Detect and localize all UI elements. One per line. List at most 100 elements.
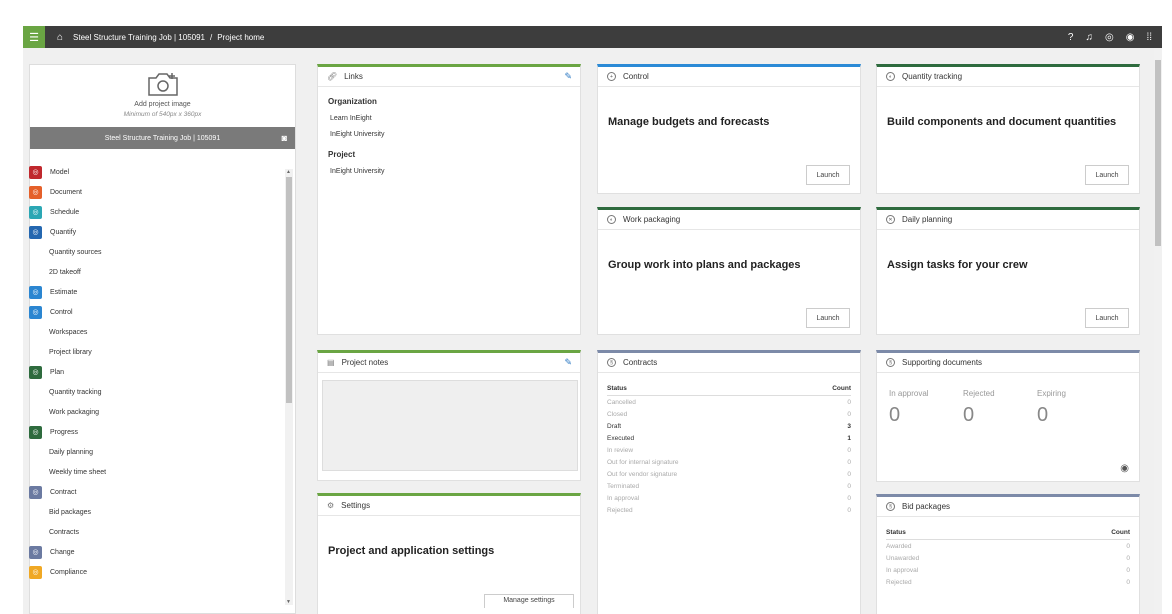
contracts-col-count: Count [832,385,851,392]
table-row[interactable]: In approval 0 [886,564,1130,576]
nav-item-quantity-tracking[interactable]: Quantity tracking [29,382,285,402]
nav-scroll-thumb[interactable] [286,177,292,403]
sd-expiring-value: 0 [1037,404,1049,426]
row-status: Unawarded [886,554,920,562]
row-status: Executed [607,434,635,442]
nav-item-label: Daily planning [49,448,93,456]
control-launch-button[interactable]: Launch [806,165,850,185]
nav-item-quantity-sources[interactable]: Quantity sources [29,242,285,262]
nav-item-schedule[interactable]: ◎ Schedule [29,202,285,222]
edit-notes-icon[interactable]: ✎ [564,357,572,368]
eye-icon[interactable]: ◉ [1120,463,1129,474]
link-learn-ineight[interactable]: Learn InEight [328,115,570,122]
project-notes-area[interactable] [322,380,578,471]
breadcrumb-separator: / [209,32,213,42]
row-status: Terminated [607,482,640,490]
table-row[interactable]: In review 0 [607,444,851,456]
nav-item-control[interactable]: ◎ Control [29,302,285,322]
table-row[interactable]: Out for vendor signature 0 [607,468,851,480]
table-row[interactable]: Out for internal signature 0 [607,456,851,468]
nav-item-plan[interactable]: ◎ Plan [29,362,285,382]
nav-item-compliance[interactable]: ◎ Compliance [29,562,285,582]
sd-expiring[interactable]: Expiring 0 [1037,389,1081,427]
camera-add-icon[interactable] [146,71,180,97]
app-badge-icon: ◎ [29,165,42,179]
table-row[interactable]: Cancelled 0 [607,396,851,408]
edit-links-icon[interactable]: ✎ [564,71,572,82]
nav-item-change[interactable]: ◎ Change [29,542,285,562]
work-packaging-icon: ◐ [607,215,616,224]
link-ineight-university[interactable]: InEight University [328,131,570,138]
home-icon[interactable]: ⌂ [57,32,63,43]
nav-scrollbar[interactable]: ▲ ▼ [285,169,293,605]
notes-icon: ▤ [327,358,335,367]
supporting-documents-icon: § [886,358,895,367]
scroll-up-icon[interactable]: ▲ [286,169,291,175]
bid-packages-table: Status Count Awarded 0 Unawarded 0 In approv… [886,529,1130,588]
nav-item-weekly-time-sheet[interactable]: Weekly time sheet [29,462,285,482]
nav-item-contract[interactable]: ◎ Contract [29,482,285,502]
nav-item-document[interactable]: ◎ Document [29,182,285,202]
nav-item-quantify[interactable]: ◎ Quantify [29,222,285,242]
add-project-image-label: Add project image [134,101,191,108]
nav-item-label: Work packaging [49,408,100,416]
links-header: 🔗︎ Links ✎ [318,67,580,87]
nav-item-bid-packages[interactable]: Bid packages [29,502,285,522]
quantity-tracking-launch-button[interactable]: Launch [1085,165,1129,185]
table-row[interactable]: Rejected 0 [607,504,851,516]
bell-icon[interactable]: ♫ [1085,32,1093,43]
record-icon[interactable]: ◉ [1126,32,1135,43]
table-row[interactable]: In approval 0 [607,492,851,504]
table-row[interactable]: Terminated 0 [607,480,851,492]
page-scrollbar[interactable] [1154,48,1162,614]
nav-item-progress[interactable]: ◎ Progress [29,422,285,442]
link-project-ineight-university[interactable]: InEight University [328,168,570,175]
quantity-tracking-header: ◐ Quantity tracking [877,67,1139,87]
sd-rejected[interactable]: Rejected 0 [963,389,1007,427]
help-icon[interactable]: ? [1068,32,1074,43]
nav-item-daily-planning[interactable]: Daily planning [29,442,285,462]
app-badge-icon: ◎ [29,565,42,579]
nav-item-work-packaging[interactable]: Work packaging [29,402,285,422]
supporting-documents-title: Supporting documents [902,358,983,367]
daily-planning-launch-button[interactable]: Launch [1085,308,1129,328]
table-row[interactable]: Awarded 0 [886,540,1130,552]
work-packaging-launch-button[interactable]: Launch [806,308,850,328]
sd-in-approval[interactable]: In approval 0 [889,389,933,427]
page-scroll-thumb[interactable] [1155,60,1161,246]
nav-item-project-library[interactable]: Project library [29,342,285,362]
bid-packages-card: § Bid packages Status Count Awarded 0 Unaw… [876,494,1140,614]
daily-planning-header: ✕ Daily planning [877,210,1139,230]
table-row[interactable]: Draft 3 [607,420,851,432]
table-row[interactable]: Executed 1 [607,432,851,444]
nav-item-estimate[interactable]: ◎ Estimate [29,282,285,302]
scroll-down-icon[interactable]: ▼ [286,599,291,605]
sd-rejected-label: Rejected [963,389,995,398]
nav-item-label: Progress [50,428,79,436]
supporting-documents-header: § Supporting documents [877,353,1139,373]
nav-item-2d-takeoff[interactable]: 2D takeoff [29,262,285,282]
table-row[interactable]: Rejected 0 [886,576,1130,588]
grid-icon[interactable]: ⁞⁞ [1146,32,1152,43]
project-notes-header: ▤ Project notes ✎ [318,353,580,373]
row-count: 0 [1126,566,1130,574]
table-row[interactable]: Unawarded 0 [886,552,1130,564]
camera-icon[interactable]: ◙ [282,133,287,143]
contracts-table-header: Status Count [607,385,851,396]
nav-item-contracts[interactable]: Contracts [29,522,285,542]
job-name: Steel Structure Training Job | 105091 [104,134,221,142]
project-image-box[interactable]: Add project image Minimum of 540px x 360… [30,65,295,127]
app-badge-icon: ◎ [29,485,42,499]
nav-item-workspaces[interactable]: Workspaces [29,322,285,342]
manage-settings-button[interactable]: Manage settings [484,594,574,608]
nav-item-label: Plan [50,368,65,376]
contracts-icon: § [607,358,616,367]
nav-item-model[interactable]: ◎ Model [29,162,285,182]
bid-packages-header: § Bid packages [877,497,1139,517]
user-icon[interactable]: ◎ [1105,32,1114,43]
bid-packages-icon: § [886,502,895,511]
breadcrumb-job[interactable]: Steel Structure Training Job | 105091 [73,33,205,42]
table-row[interactable]: Closed 0 [607,408,851,420]
hamburger-menu-icon[interactable]: ☰ [23,26,45,48]
supporting-documents-stats: In approval 0 Rejected 0 Expiring 0 [889,389,1081,427]
